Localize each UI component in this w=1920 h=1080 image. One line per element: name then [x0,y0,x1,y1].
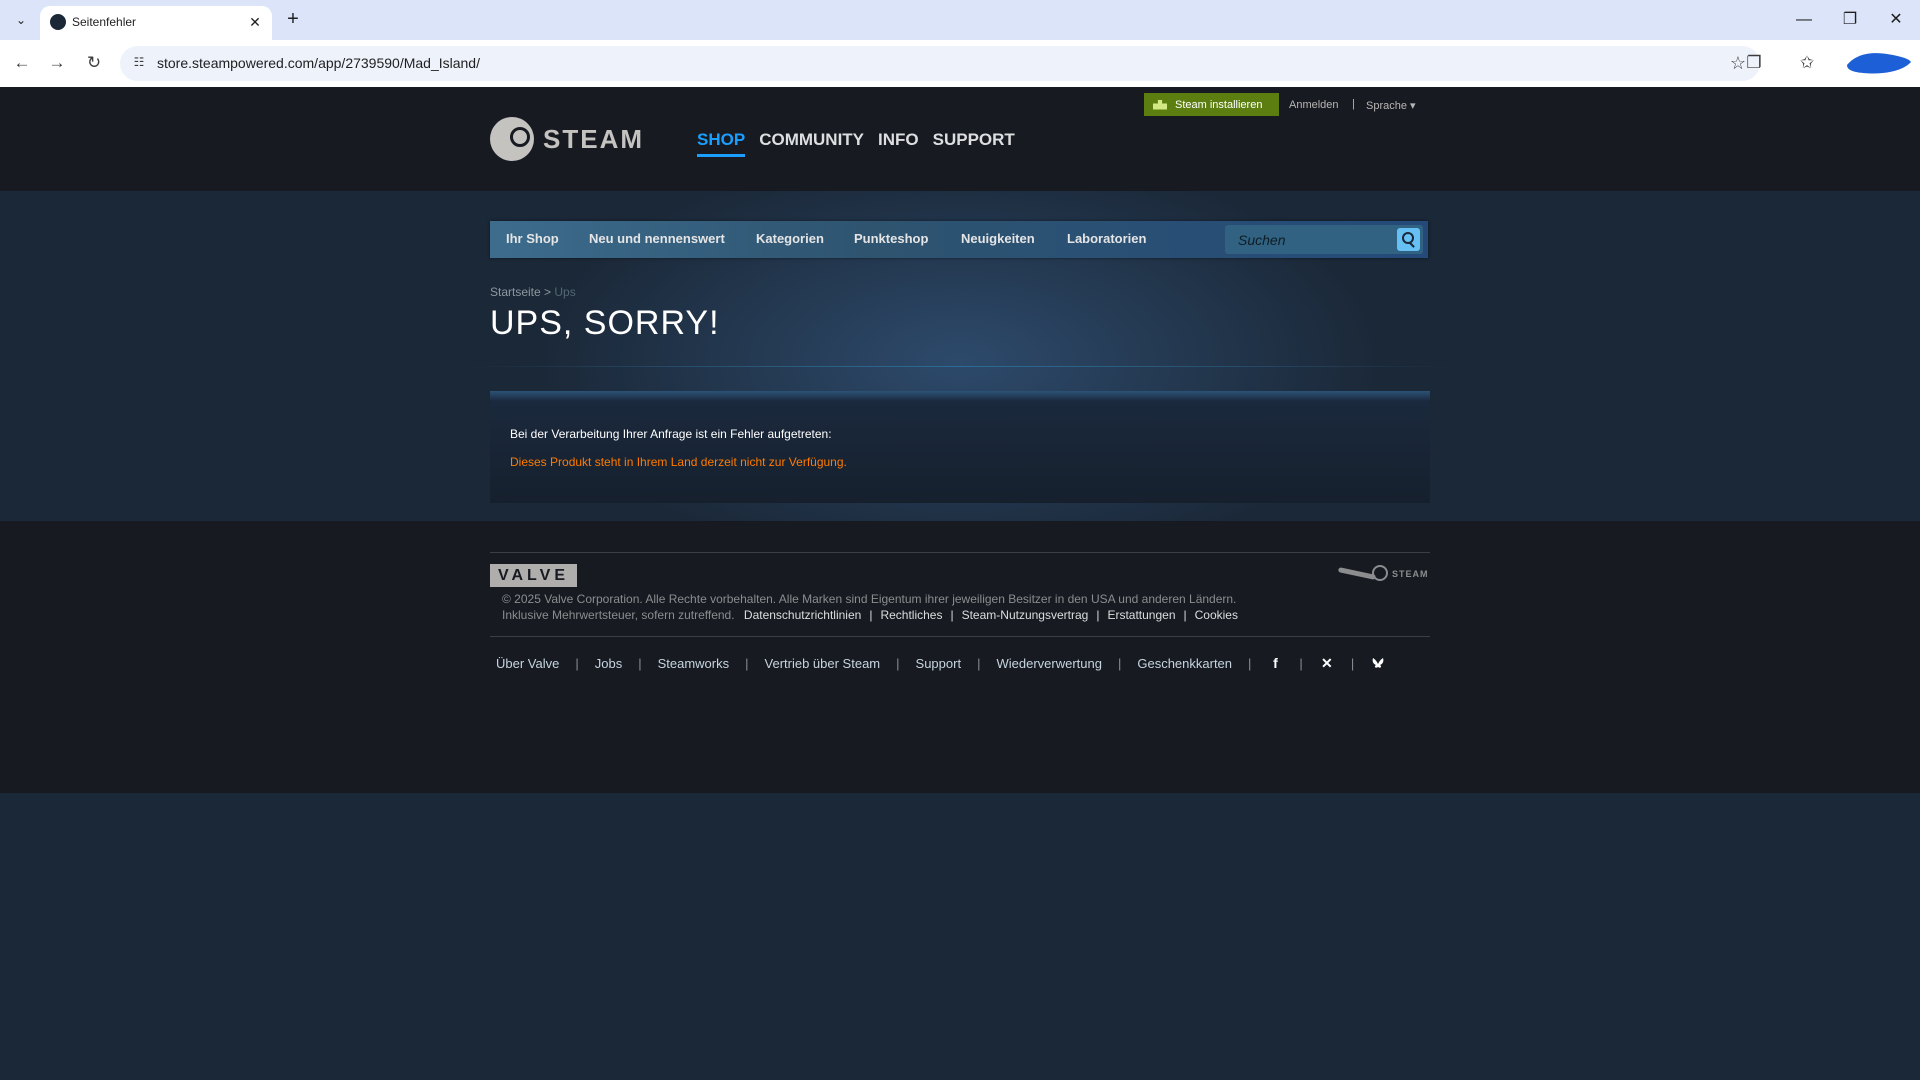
reload-icon[interactable]: ↻ [82,51,106,75]
store-search [1225,225,1423,254]
minimize-icon[interactable]: — [1792,8,1816,32]
footer-link-gift-cards[interactable]: Geschenkkarten [1137,656,1232,671]
store-nav-categories[interactable]: Kategorien [756,231,824,246]
login-link[interactable]: Anmelden [1289,99,1339,111]
footer-steam-logo[interactable]: STEAM [1338,565,1429,583]
store-nav-bar: Ihr Shop Neu und nennenswert Kategorien … [490,221,1428,258]
bookmarks-star-icon[interactable]: ✩ [1795,51,1819,75]
steam-logo-text: STEAM [543,123,644,154]
footer-links: Über Valve | Jobs | Steamworks | Vertrieb ü… [496,655,1386,671]
download-icon [1153,99,1167,110]
url-text[interactable]: store.steampowered.com/app/2739590/Mad_I… [157,55,480,71]
store-nav-labs[interactable]: Laboratorien [1067,231,1146,246]
global-header: Steam installieren Anmelden | Sprache ▾ … [0,87,1920,191]
error-intro-text: Bei der Verarbeitung Ihrer Anfrage ist e… [510,427,832,441]
store-nav-news[interactable]: Neuigkeiten [961,231,1035,246]
main-nav-shop[interactable]: SHOP [697,130,746,157]
breadcrumb: Startseite > Ups [490,285,576,299]
footer-steam-logo-text: STEAM [1392,569,1429,579]
x-icon[interactable]: ✕ [1319,655,1335,671]
footer-link-jobs[interactable]: Jobs [595,656,622,671]
profile-avatar-icon[interactable] [1843,47,1913,77]
install-steam-label: Steam installieren [1175,98,1263,111]
browser-tab[interactable]: Seitenfehler ✕ [40,6,272,40]
error-box-glow [490,391,1430,401]
main-nav-community[interactable]: COMMUNITY [759,130,864,157]
install-steam-button[interactable]: Steam installieren [1144,93,1279,116]
steam-favicon-icon [50,14,66,30]
store-nav-your-store[interactable]: Ihr Shop [506,231,559,246]
tab-close-icon[interactable]: ✕ [246,13,264,31]
language-dropdown[interactable]: Sprache ▾ [1366,99,1416,112]
copyright-text: © 2025 Valve Corporation. Alle Rechte vo… [502,592,1237,606]
legal-link-privacy[interactable]: Datenschutzrichtlinien [744,608,861,622]
title-divider [465,366,1455,367]
footer-link-distribution[interactable]: Vertrieb über Steam [765,656,881,671]
breadcrumb-home[interactable]: Startseite [490,285,541,299]
main-nav-support[interactable]: SUPPORT [933,130,1015,157]
browser-tab-bar: ⌄ Seitenfehler ✕ + — ❐ ✕ [0,0,1920,40]
footer-divider-2 [490,636,1430,637]
footer-link-support[interactable]: Support [916,656,962,671]
legal-link-legal[interactable]: Rechtliches [880,608,942,622]
legal-link-ssa[interactable]: Steam-Nutzungsvertrag [962,608,1089,622]
site-info-icon[interactable]: ☷ [130,55,148,73]
footer-divider [490,552,1430,553]
back-arrow-icon[interactable]: ← [10,51,34,75]
error-message: Dieses Produkt steht in Ihrem Land derze… [510,455,847,469]
valve-logo[interactable]: VALVE [490,564,577,587]
steam-logo[interactable]: STEAM [490,117,644,161]
extensions-puzzle-icon[interactable]: ❐ [1742,51,1766,75]
footer-link-steamworks[interactable]: Steamworks [658,656,730,671]
legal-links: Inklusive Mehrwertsteuer, sofern zutreff… [502,608,1238,622]
footer-link-recycling[interactable]: Wiederverwertung [996,656,1102,671]
search-icon[interactable] [1397,228,1420,251]
store-nav-points-shop[interactable]: Punkteshop [854,231,928,246]
forward-arrow-icon[interactable]: → [45,51,69,75]
restore-icon[interactable]: ❐ [1838,8,1862,32]
header-separator: | [1352,98,1355,110]
tab-list-chevron-icon[interactable]: ⌄ [10,9,32,31]
error-box: Bei der Verarbeitung Ihrer Anfrage ist e… [490,391,1430,503]
legal-link-cookies[interactable]: Cookies [1195,608,1238,622]
breadcrumb-separator: > [540,285,555,299]
address-bar[interactable]: ☷ store.steampowered.com/app/2739590/Mad… [120,46,1760,81]
new-tab-plus-icon[interactable]: + [282,8,304,30]
steam-logo-icon [490,117,534,161]
facebook-icon[interactable]: f [1267,655,1283,671]
breadcrumb-current[interactable]: Ups [554,285,575,299]
search-input[interactable] [1225,225,1393,254]
legal-link-refunds[interactable]: Erstattungen [1107,608,1175,622]
main-nav: SHOP COMMUNITY INFO SUPPORT [697,130,1015,157]
close-window-icon[interactable]: ✕ [1884,8,1908,32]
footer: VALVE STEAM © 2025 Valve Corporation. Al… [0,521,1920,793]
footer-steam-logo-icon [1338,565,1388,583]
store-nav-new-noteworthy[interactable]: Neu und nennenswert [589,231,725,246]
footer-link-about-valve[interactable]: Über Valve [496,656,559,671]
bluesky-icon[interactable] [1370,655,1386,671]
vat-note: Inklusive Mehrwertsteuer, sofern zutreff… [502,608,735,622]
browser-toolbar: ← → ↻ ☷ store.steampowered.com/app/27395… [0,40,1920,87]
page-title: UPS, SORRY! [490,304,720,342]
steam-store-page: Steam installieren Anmelden | Sprache ▾ … [0,87,1920,1080]
main-nav-info[interactable]: INFO [878,130,919,157]
tab-title: Seitenfehler [72,15,137,29]
